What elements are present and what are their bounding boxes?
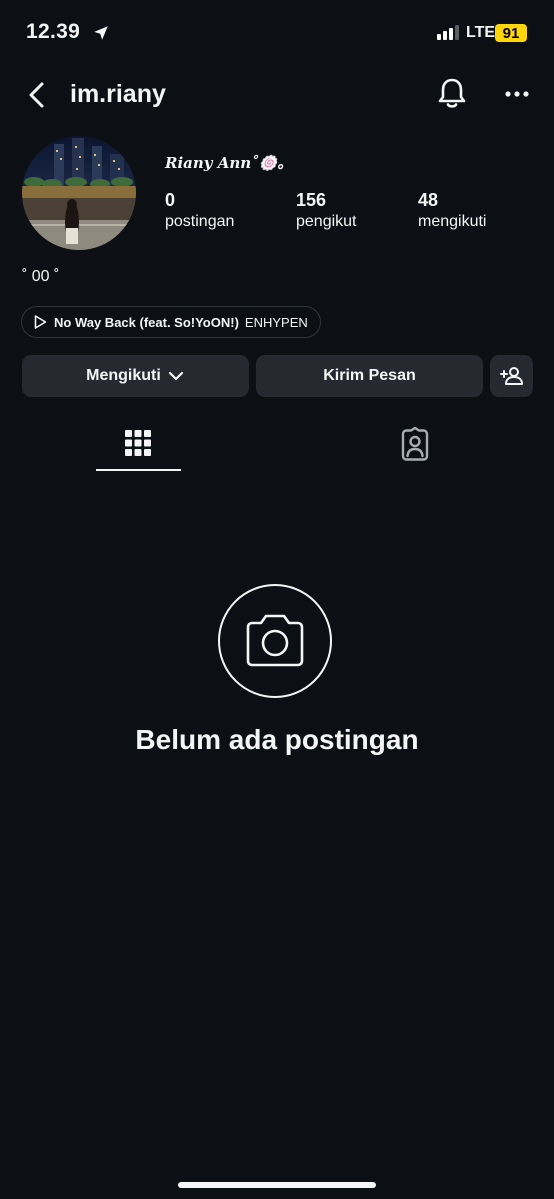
- following-button[interactable]: Mengikuti: [22, 355, 249, 397]
- stat-following[interactable]: 48 mengikuti: [418, 190, 486, 231]
- chevron-down-icon: [168, 371, 183, 381]
- profile-username: im.riany: [70, 80, 166, 108]
- music-chip[interactable]: No Way Back (feat. So!YoON!) ENHYPEN: [21, 306, 321, 338]
- message-button[interactable]: Kirim Pesan: [256, 355, 483, 397]
- music-artist: ENHYPEN: [244, 314, 308, 330]
- network-label: LTE: [466, 24, 496, 41]
- stat-followers-value: 156: [296, 190, 327, 210]
- stat-following-label: mengikuti: [418, 213, 487, 230]
- battery-indicator: 91: [495, 24, 527, 42]
- signal-icon: [437, 25, 459, 40]
- add-user-icon: [499, 367, 523, 385]
- status-time: 12.39: [26, 20, 81, 43]
- profile-bio: ˚ 00 ˚: [22, 268, 60, 285]
- display-name: Riany Ann˚🍥。: [165, 154, 293, 172]
- stat-posts-label: postingan: [165, 213, 235, 230]
- stat-posts-value: 0: [165, 190, 176, 210]
- stat-following-value: 48: [418, 190, 439, 210]
- more-horizontal-icon[interactable]: [503, 84, 531, 104]
- message-label: Kirim Pesan: [323, 367, 416, 384]
- bell-icon[interactable]: [436, 76, 468, 110]
- suggest-users-button[interactable]: [490, 355, 533, 397]
- chevron-left-icon[interactable]: [26, 80, 48, 110]
- active-tab-indicator: [96, 469, 181, 471]
- following-label: Mengikuti: [86, 367, 161, 384]
- empty-state-text: Belum ada postingan: [135, 724, 419, 755]
- stat-followers-label: pengikut: [296, 213, 357, 230]
- play-icon: [34, 315, 47, 329]
- camera-icon: [246, 614, 304, 667]
- stat-followers[interactable]: 156 pengikut: [296, 190, 357, 231]
- location-arrow-icon: [94, 26, 108, 40]
- music-title: No Way Back (feat. So!YoON!): [54, 314, 239, 330]
- avatar[interactable]: [22, 136, 136, 250]
- home-indicator[interactable]: [178, 1182, 376, 1188]
- tagged-person-icon[interactable]: [398, 427, 432, 461]
- stat-posts[interactable]: 0 postingan: [165, 190, 234, 231]
- grid-icon[interactable]: [124, 428, 152, 458]
- camera-circle: [218, 584, 332, 698]
